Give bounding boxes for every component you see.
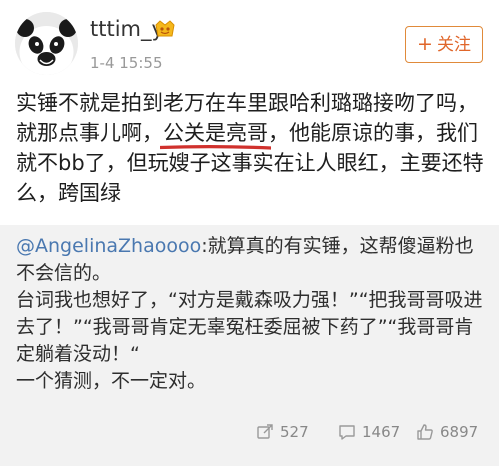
plus-icon: +	[417, 33, 433, 55]
username[interactable]: tttim_y	[90, 16, 164, 42]
comment-icon	[339, 425, 355, 440]
like-icon	[417, 424, 433, 440]
post-body: 实锤不就是拍到老万在车里跟哈利璐璐接吻了吗，就那点事儿啊，公关是亮哥 ，他能原谅的…	[16, 88, 486, 208]
panda-avatar-icon	[15, 12, 78, 75]
post-timestamp: 1-4 15:55	[90, 54, 163, 72]
like-count: 6897	[440, 423, 479, 441]
repost-count-button[interactable]: 527	[256, 417, 309, 447]
repost-text-line: 一个猜测，不一定对。	[16, 370, 207, 392]
like-count-button[interactable]: 6897	[416, 417, 478, 447]
repost-count: 527	[280, 423, 309, 441]
highlighted-phrase: 公关是亮哥	[160, 118, 271, 150]
vip-badge-icon	[154, 19, 176, 39]
comment-count-button[interactable]: 1467	[338, 417, 400, 447]
engagement-stats: 527 1467 6897	[0, 417, 499, 447]
follow-button[interactable]: + 关注	[405, 26, 483, 63]
follow-button-label: 关注	[436, 35, 471, 55]
mention-link[interactable]: @AngelinaZhaoooo	[16, 235, 201, 257]
repost-icon	[257, 424, 273, 439]
highlighted-text: 公关是亮哥	[163, 121, 268, 145]
weibo-post: tttim_y 1-4 15:55 + 关注 实锤不就是拍到老万在车里跟哈利璐璐接…	[0, 0, 499, 225]
quoted-repost[interactable]: @AngelinaZhaoooo:就算真的有实锤，这帮傻逼粉也不会信的。 台词我…	[0, 225, 499, 466]
comment-count: 1467	[362, 423, 401, 441]
repost-text-line: 台词我也想好了，“对方是戴森吸力强！”“把我哥哥吸进去了！”“我哥哥肯定无辜冤枉…	[16, 289, 483, 365]
repost-line-1: @AngelinaZhaoooo:就算真的有实锤，这帮傻逼粉也不会信的。	[16, 233, 488, 287]
avatar[interactable]	[15, 12, 78, 75]
repost-body: @AngelinaZhaoooo:就算真的有实锤，这帮傻逼粉也不会信的。 台词我…	[16, 233, 488, 395]
red-underline-mark	[160, 144, 271, 150]
